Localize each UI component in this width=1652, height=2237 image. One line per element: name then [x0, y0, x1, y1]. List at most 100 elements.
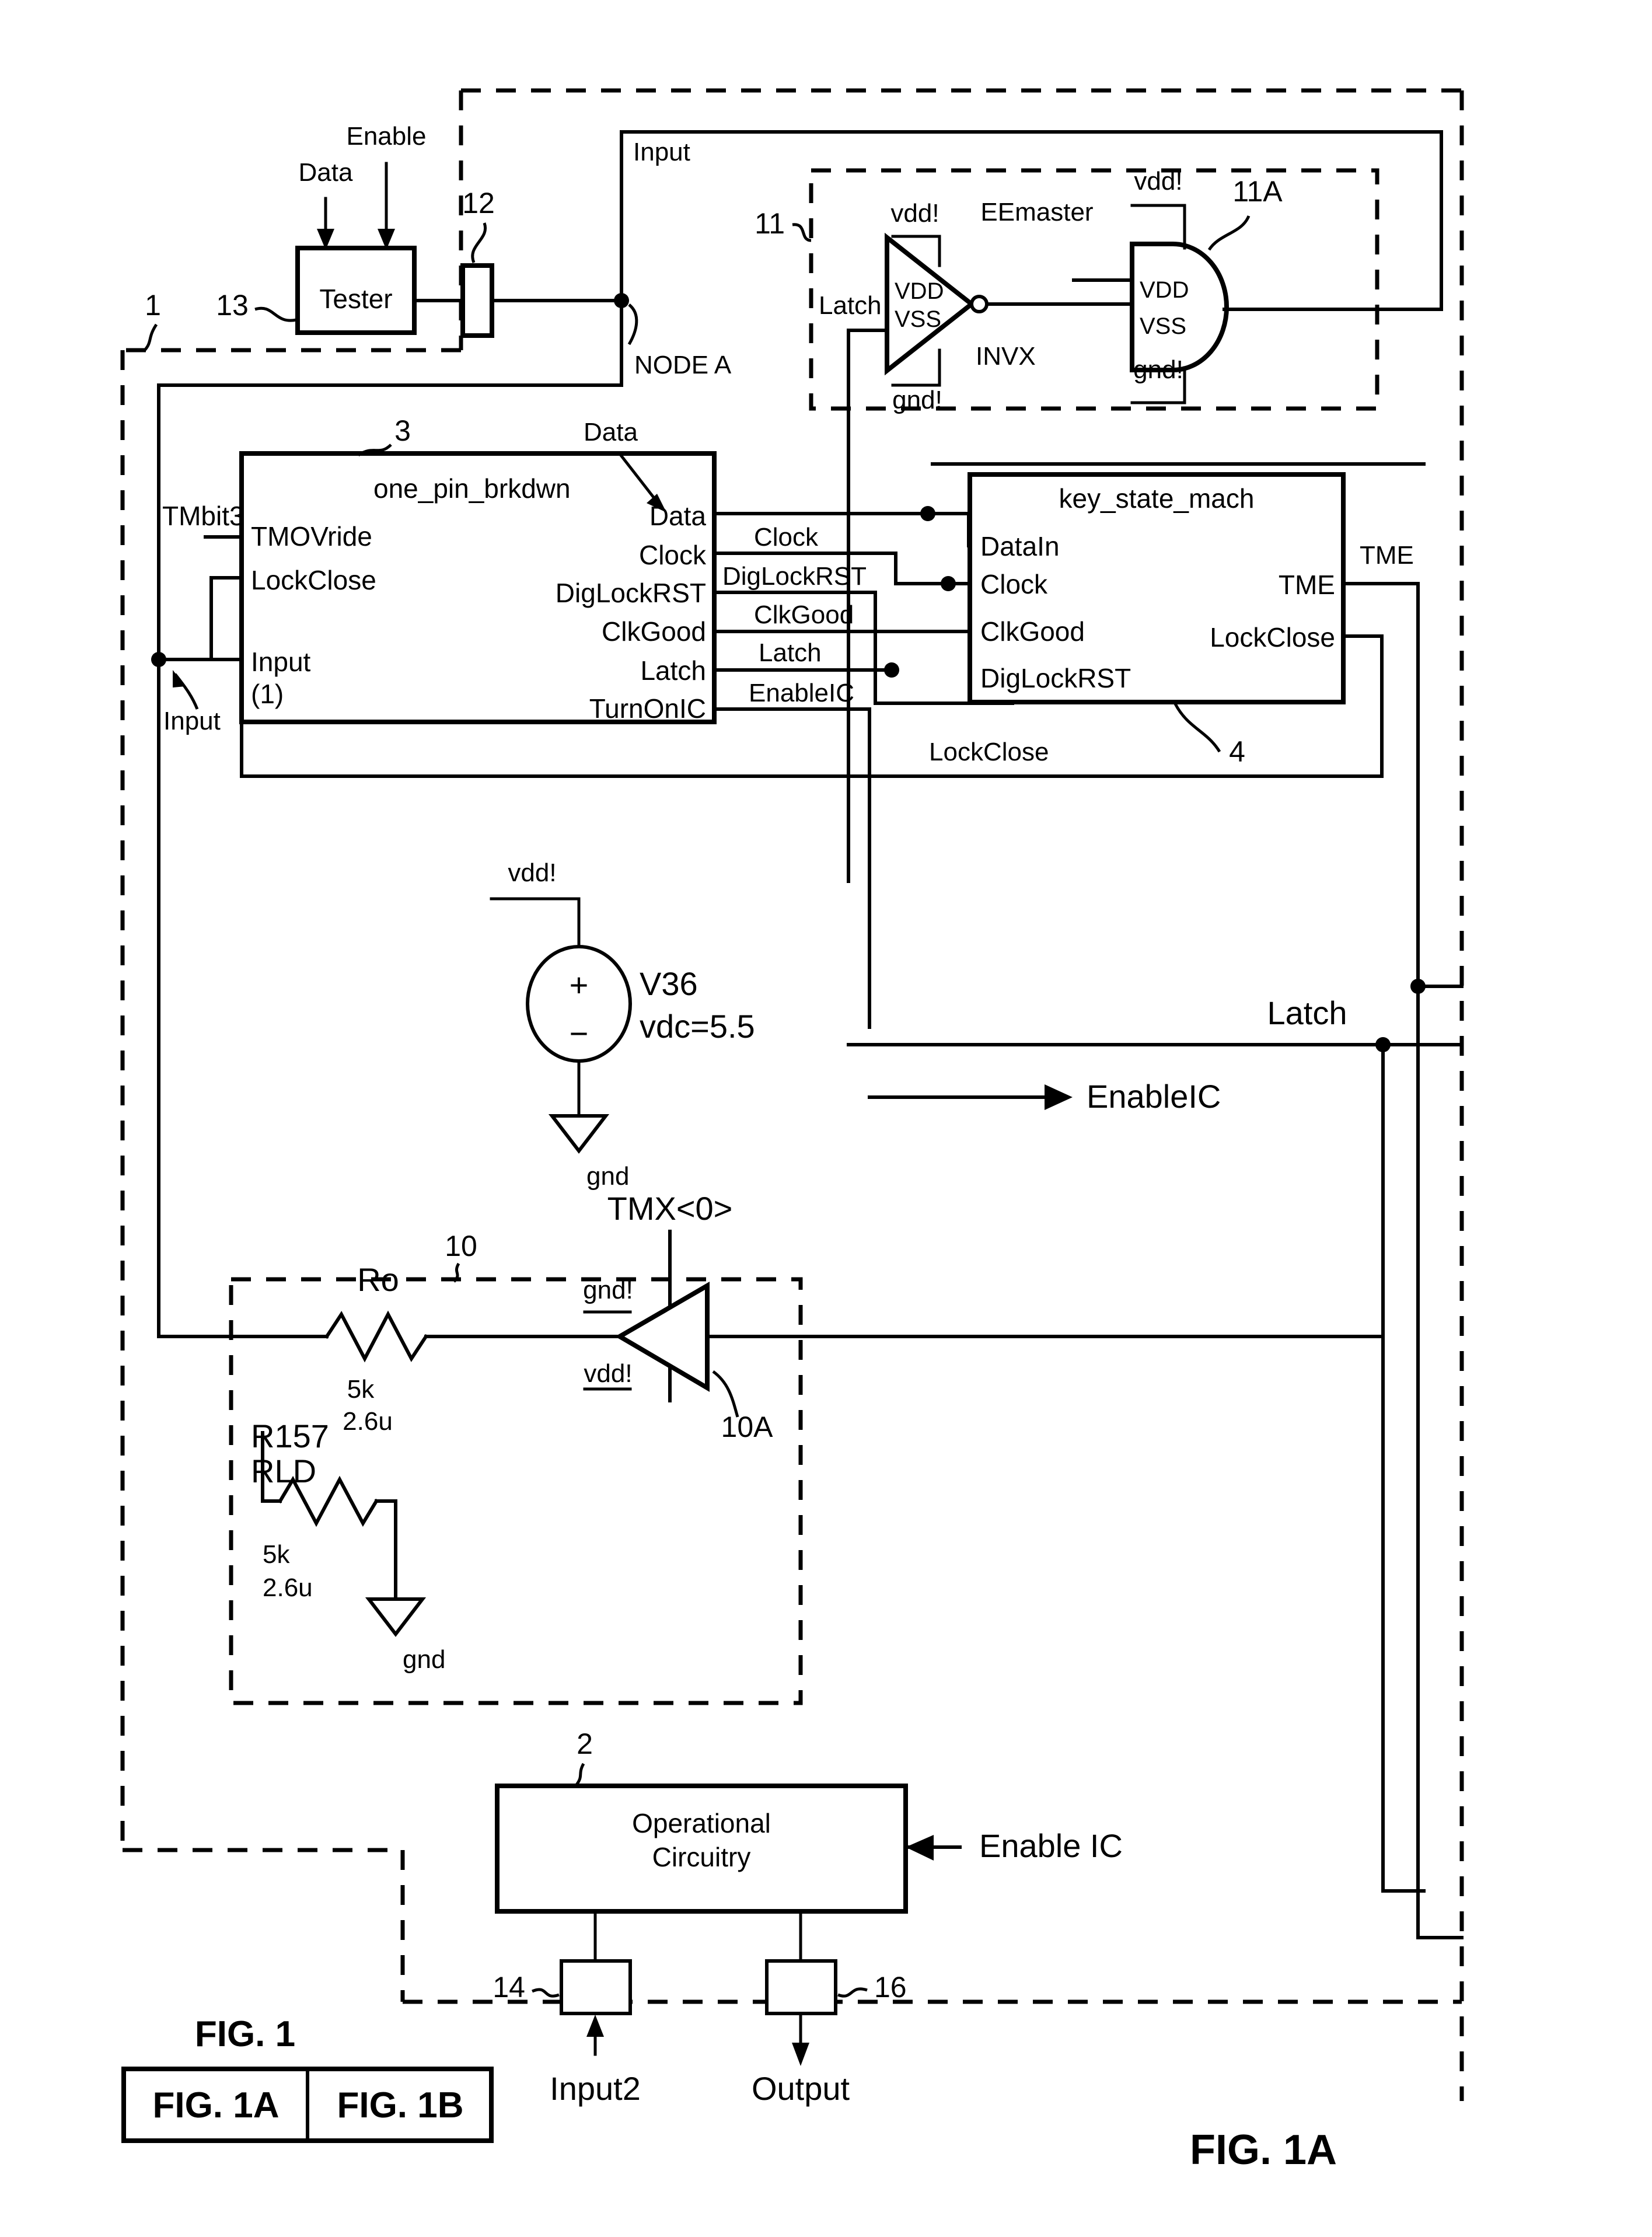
bus-label-enableic: EnableIC	[749, 679, 854, 707]
ref-1-leader	[142, 323, 158, 353]
ksm-output-lockclose: LockClose	[1210, 622, 1335, 652]
eemaster-vss-pin: VSS	[1140, 313, 1186, 339]
tester-enable-label: Enable	[346, 122, 426, 151]
input-left-arrowhead	[173, 670, 186, 687]
ref-11a-leader	[1207, 215, 1251, 251]
figure-captions: FIG. 1A FIG. 1 FIG. 1A FIG. 1B	[121, 2014, 1337, 2173]
bus-label-clock: Clock	[754, 523, 819, 552]
invx-vdd-pin: VDD	[895, 278, 944, 304]
rld-gnd-label: gnd	[403, 1645, 445, 1674]
opb-output-clock: Clock	[639, 540, 707, 570]
ref-12-label: 12	[462, 187, 495, 219]
opb-output-latch: Latch	[640, 655, 706, 686]
enableic-out-label: EnableIC	[1087, 1078, 1221, 1115]
latch-right-label: Latch	[1267, 994, 1347, 1031]
v36-value: vdc=5.5	[640, 1008, 755, 1045]
rld-name2: RLD	[251, 1453, 316, 1489]
pad-16-box[interactable]	[765, 1959, 837, 2015]
invx-triangle	[885, 232, 976, 376]
tester-label: Tester	[319, 284, 392, 314]
node-a-leader	[627, 303, 638, 346]
opb-input-input: Input	[251, 647, 311, 677]
input2-label: Input2	[550, 2070, 641, 2107]
enable-ic-arrowhead	[906, 1835, 934, 1861]
figure-1a-schematic: Tester Data Enable 13 1 12 NODE A Input	[120, 88, 1464, 2173]
v36-gnd-label: gnd	[586, 1162, 629, 1191]
figure-index-cell-b: FIG. 1B	[337, 2085, 463, 2126]
eemaster-vdd-label: vdd!	[1134, 167, 1182, 196]
buffer-vdd-label: vdd!	[584, 1359, 632, 1388]
latch-input-label: Latch	[819, 291, 882, 320]
ref-12-leader	[471, 222, 487, 263]
ref-1-label: 1	[145, 289, 161, 322]
figure-index-cell-a: FIG. 1A	[152, 2085, 279, 2126]
buffer-10a[interactable]: 10A gnd! vdd!	[583, 1276, 1385, 1443]
ref-2-leader	[575, 1763, 585, 1786]
rld-gnd-triangle	[365, 1597, 427, 1637]
ref-14-label: 14	[493, 1971, 525, 2004]
tmbit3-label: TMbit3	[162, 501, 245, 531]
voltage-source-v36: vdd! + − V36 vdc=5.5 gnd	[490, 858, 755, 1191]
figure-index-title: FIG. 1	[195, 2014, 295, 2054]
opb-output-turnonic: TurnOnIC	[589, 693, 706, 724]
pad-14-box[interactable]	[560, 1959, 632, 2015]
v36-vdd-label: vdd!	[508, 858, 556, 887]
ref-10-label: 10	[445, 1230, 477, 1262]
eemaster-gate-11a[interactable]: VDD VSS EEmaster vdd! gnd! 11A	[980, 167, 1443, 404]
patent-figure-page: Tester Data Enable 13 1 12 NODE A Input	[0, 0, 1652, 2237]
ref-14-leader	[532, 1988, 560, 1998]
ref-13-label: 13	[216, 289, 249, 322]
ref-11-label: 11	[755, 207, 785, 240]
tester-data-label: Data	[299, 158, 353, 187]
lockclose-bus-label: LockClose	[929, 738, 1049, 766]
figure-title: FIG. 1A	[1190, 2127, 1337, 2173]
enableic-output: EnableIC	[868, 1078, 1221, 1115]
tmx-net-label: TMX<0>	[607, 1190, 733, 1227]
ref-11a-label: 11A	[1232, 175, 1283, 208]
ro-value2: 2.6u	[343, 1407, 393, 1436]
pad-12-group: 12	[413, 187, 623, 338]
v36-plus: +	[570, 966, 589, 1003]
bus-label-clkgood: ClkGood	[754, 601, 854, 629]
ro-name: Ro	[357, 1261, 399, 1298]
output-label: Output	[752, 2070, 850, 2107]
bus-label-diglockrst: DigLockRST	[722, 562, 867, 591]
ro-zigzag	[324, 1310, 429, 1363]
rld-value1: 5k	[263, 1540, 290, 1569]
eemaster-gnd-label: gnd!	[1133, 355, 1183, 384]
opb-input-tmovride: TMOVride	[251, 521, 372, 552]
v36-gnd-triangle	[548, 1114, 610, 1154]
opcirc-line2: Circuitry	[652, 1842, 751, 1872]
ref-10-leader	[453, 1262, 460, 1283]
node-a-label: NODE A	[634, 351, 732, 379]
pad-12-box[interactable]	[460, 263, 494, 338]
input-left-label: Input	[163, 707, 221, 735]
one-pin-brkdwn-title: one_pin_brkdwn	[373, 473, 571, 504]
ref-4-label: 4	[1229, 735, 1245, 768]
output-arrowhead	[792, 2043, 809, 2066]
eemaster-vdd-pin: VDD	[1140, 277, 1189, 303]
enableic-arrowhead	[1045, 1084, 1073, 1110]
buffer-block-10: 10 TMX<0> Ro 5k 2.6u 10A gnd! vdd! R157 …	[157, 1190, 1385, 1705]
rld-zigzag	[277, 1475, 379, 1527]
operational-circuitry-block: Operational Circuitry 2 Enable IC 14 Inp…	[493, 1728, 1123, 2107]
ref-16-label: 16	[874, 1971, 907, 2004]
tester-group: Tester Data Enable 13 1	[142, 122, 427, 353]
ksm-input-datain: DataIn	[980, 531, 1060, 561]
opb-output-diglockrst: DigLockRST	[556, 578, 706, 608]
ksm-output-tme: TME	[1279, 570, 1335, 600]
invx-bubble	[970, 295, 989, 313]
data-net-label: Data	[584, 418, 638, 446]
opb-output-clkgood: ClkGood	[602, 616, 706, 647]
ref-11-leader	[792, 223, 812, 242]
input-top-label: Input	[633, 138, 690, 166]
ksm-input-clock: Clock	[980, 569, 1048, 599]
ksm-input-clkgood: ClkGood	[980, 616, 1085, 647]
ref-3-label: 3	[394, 414, 411, 447]
input2-arrowhead	[586, 2015, 604, 2037]
resistor-ro: Ro 5k 2.6u	[324, 1261, 429, 1436]
ro-value1: 5k	[347, 1375, 375, 1404]
opb-input-one: (1)	[251, 679, 284, 709]
ksm-input-diglockrst: DigLockRST	[980, 663, 1131, 693]
buffer-block-dashed-outline	[229, 1277, 803, 1705]
